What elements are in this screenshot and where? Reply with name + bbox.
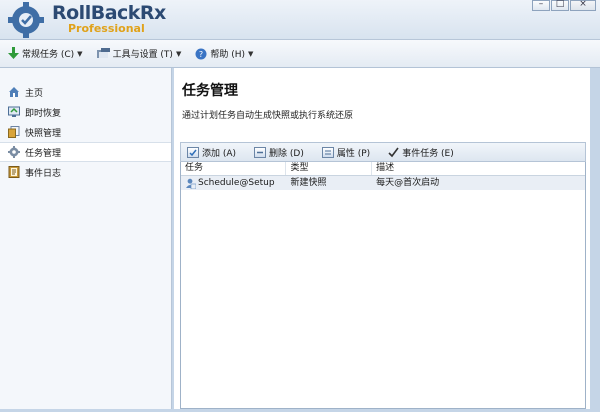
delete-button[interactable]: 删除 (D)	[254, 146, 304, 159]
sidebar-item-event-log[interactable]: 事件日志	[0, 162, 171, 182]
page-title: 任务管理	[182, 83, 238, 99]
sidebar-item-label: 主页	[25, 88, 44, 99]
sidebar-item-snapshot-management[interactable]: 快照管理	[0, 122, 171, 142]
sidebar: 主页 即时恢复 快照管理 任务管理 事件日志	[0, 68, 172, 409]
chevron-down-icon: ▼	[248, 49, 254, 58]
menu-tools-settings[interactable]: 工具与设置 (T) ▼	[96, 47, 182, 60]
minimize-button[interactable]: –	[532, 0, 550, 11]
maximize-button[interactable]: □	[551, 0, 569, 11]
delete-icon	[254, 146, 267, 158]
column-header-description[interactable]: 描述	[372, 162, 585, 175]
gear-icon	[8, 146, 20, 158]
task-action-bar: 添加 (A) 删除 (D) 属性 (P) 事件任务 (E)	[180, 142, 586, 162]
log-icon	[8, 166, 20, 178]
home-icon	[8, 86, 20, 98]
properties-button-label: 属性 (P)	[336, 148, 371, 159]
green-down-arrow-icon	[8, 47, 19, 59]
column-header-type[interactable]: 类型	[286, 162, 373, 175]
menu-common-tasks[interactable]: 常规任务 (C) ▼	[8, 47, 83, 60]
app-edition: Professional	[68, 22, 145, 35]
restore-icon	[8, 106, 20, 118]
table-header: 任务 类型 描述	[181, 162, 585, 176]
cell-description: 每天@首次启动	[376, 178, 440, 188]
task-table: 任务 类型 描述 Schedule@Setup 新建快照 每天@首次启动	[180, 162, 586, 409]
menu-toolbar: 常规任务 (C) ▼ 工具与设置 (T) ▼ ? 帮助 (H) ▼	[0, 40, 600, 68]
cell-type: 新建快照	[290, 178, 327, 188]
menu-common-tasks-label: 常规任务 (C)	[22, 50, 75, 60]
menu-help-label: 帮助 (H)	[210, 50, 245, 60]
chevron-down-icon: ▼	[77, 49, 83, 58]
snapshot-icon	[8, 126, 20, 138]
check-icon	[388, 147, 399, 157]
properties-button[interactable]: 属性 (P)	[321, 146, 371, 159]
cell-task-text: Schedule@Setup	[198, 178, 275, 188]
svg-text:?: ?	[199, 50, 203, 59]
add-icon	[187, 146, 199, 158]
column-header-task[interactable]: 任务	[181, 162, 287, 175]
help-icon: ?	[195, 48, 207, 59]
event-task-button[interactable]: 事件任务 (E)	[388, 146, 454, 159]
sidebar-item-task-management[interactable]: 任务管理	[0, 142, 171, 162]
close-icon: ×	[579, 0, 587, 9]
maximize-icon: □	[555, 0, 565, 9]
app-brand: RollBackRx	[52, 2, 166, 24]
sidebar-item-label: 即时恢复	[25, 108, 62, 119]
add-button[interactable]: 添加 (A)	[187, 146, 236, 159]
sidebar-item-home[interactable]: 主页	[0, 82, 171, 102]
event-task-button-label: 事件任务 (E)	[402, 148, 454, 159]
main-area: 主页 即时恢复 快照管理 任务管理 事件日志 任务管理 通过计划任务自动生成快照…	[0, 68, 600, 412]
sidebar-item-label: 事件日志	[25, 168, 62, 179]
title-bar: RollBackRx Professional – □ ×	[0, 0, 600, 40]
sidebar-item-label: 快照管理	[25, 128, 62, 139]
menu-help[interactable]: ? 帮助 (H) ▼	[195, 47, 253, 60]
properties-icon	[321, 146, 334, 158]
tools-icon	[96, 47, 110, 58]
close-button[interactable]: ×	[570, 0, 596, 11]
content-panel: 任务管理 通过计划任务自动生成快照或执行系统还原 添加 (A) 删除 (D) 属…	[174, 68, 590, 409]
delete-button-label: 删除 (D)	[269, 148, 304, 159]
chevron-down-icon: ▼	[175, 49, 182, 58]
minimize-icon: –	[538, 0, 544, 9]
sidebar-item-label: 任务管理	[25, 148, 62, 159]
task-user-icon	[186, 178, 196, 189]
window-controls: – □ ×	[531, 0, 596, 11]
rollback-logo-icon	[8, 2, 44, 38]
menu-tools-settings-label: 工具与设置 (T)	[112, 50, 173, 60]
sidebar-item-instant-restore[interactable]: 即时恢复	[0, 102, 171, 122]
page-description: 通过计划任务自动生成快照或执行系统还原	[182, 111, 354, 121]
add-button-label: 添加 (A)	[202, 148, 237, 159]
table-row[interactable]: Schedule@Setup 新建快照 每天@首次启动	[181, 176, 585, 190]
cell-task: Schedule@Setup	[181, 176, 286, 190]
